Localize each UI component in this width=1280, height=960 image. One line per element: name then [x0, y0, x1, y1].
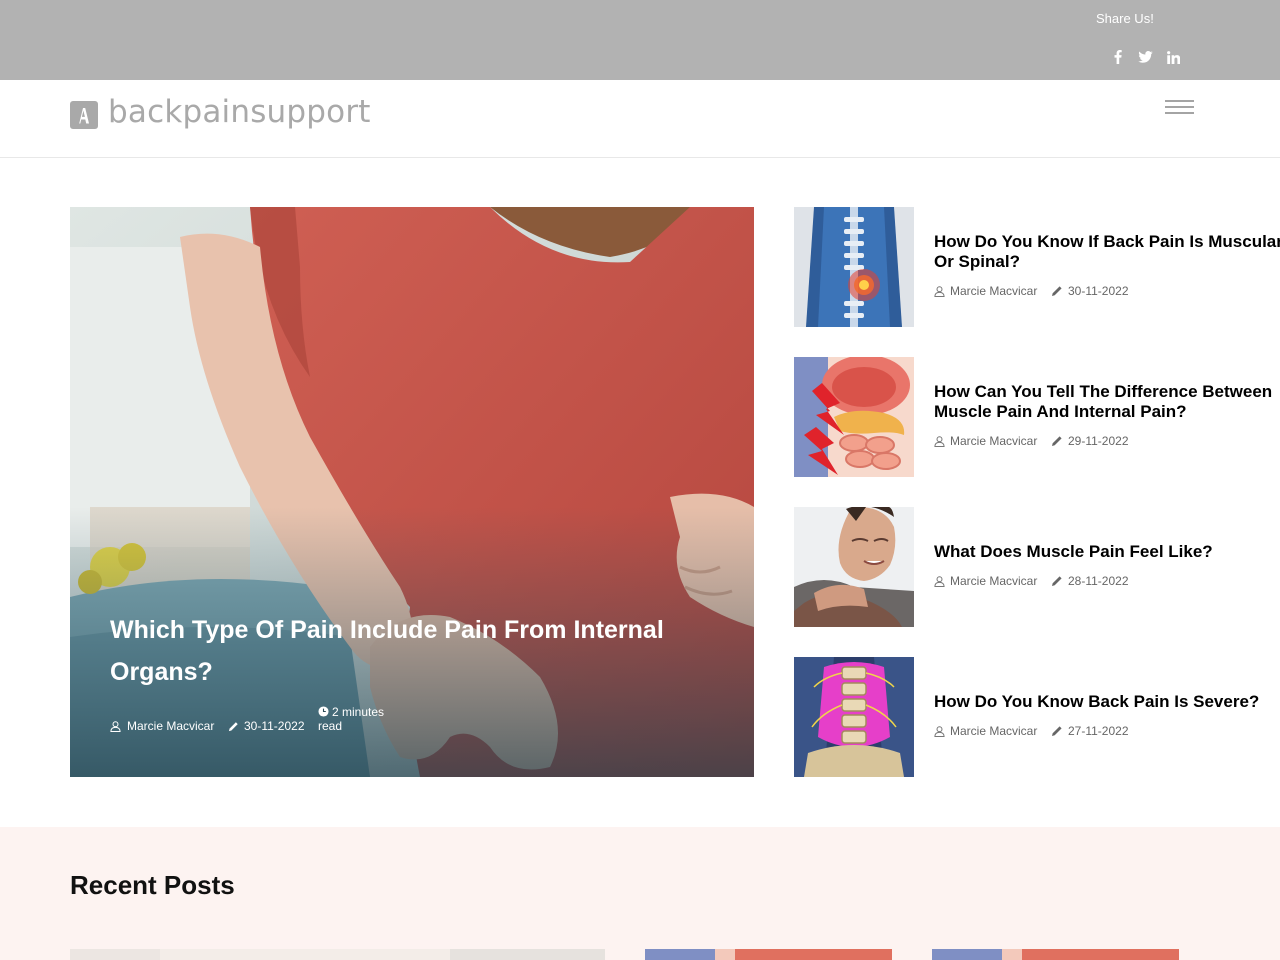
post-date: 30-11-2022: [244, 719, 305, 733]
author-name[interactable]: Marcie Macvicar: [950, 724, 1037, 738]
author-name[interactable]: Marcie Macvicar: [950, 574, 1037, 588]
featured-post-title[interactable]: Which Type Of Pain Include Pain From Int…: [110, 609, 710, 693]
hamburger-menu-icon[interactable]: [1164, 100, 1196, 120]
side-post[interactable]: How Do You Know If Back Pain Is Muscular…: [794, 207, 1280, 327]
read-time-meta: 2 minutes read: [318, 705, 398, 733]
share-bar: Share Us!: [0, 0, 1280, 80]
linkedin-icon[interactable]: [1165, 49, 1181, 65]
user-icon: [934, 725, 945, 737]
side-post-thumbnail[interactable]: [794, 657, 914, 777]
post-date: 27-11-2022: [1068, 724, 1129, 738]
pencil-icon: [1052, 436, 1062, 446]
post-date: 29-11-2022: [1068, 434, 1129, 448]
pencil-icon: [228, 721, 238, 731]
side-post-title[interactable]: What Does Muscle Pain Feel Like?: [934, 542, 1280, 562]
share-label: Share Us!: [1096, 11, 1154, 26]
recent-post-thumbnail[interactable]: [932, 948, 1179, 960]
side-post[interactable]: How Can You Tell The Difference Between …: [794, 357, 1280, 477]
date-meta: 27-11-2022: [1051, 724, 1129, 738]
site-header: backpainsupport: [0, 80, 1280, 158]
site-logo-text[interactable]: backpainsupport: [108, 94, 371, 130]
author-meta: Marcie Macvicar: [934, 284, 1037, 298]
date-meta: 28-11-2022: [1051, 574, 1129, 588]
side-post[interactable]: What Does Muscle Pain Feel Like? Marcie …: [794, 507, 1280, 627]
side-post-thumbnail[interactable]: [794, 507, 914, 627]
post-date: 28-11-2022: [1068, 574, 1129, 588]
user-icon: [934, 575, 945, 587]
recent-post-thumbnail[interactable]: [70, 948, 605, 960]
logo-mark[interactable]: [70, 101, 98, 129]
user-icon: [934, 435, 945, 447]
date-meta: 30-11-2022: [228, 719, 305, 733]
side-post-title[interactable]: How Do You Know Back Pain Is Severe?: [934, 692, 1280, 712]
date-meta: 29-11-2022: [1051, 434, 1129, 448]
post-date: 30-11-2022: [1068, 284, 1129, 298]
side-post-title[interactable]: How Can You Tell The Difference Between …: [934, 382, 1280, 422]
author-name[interactable]: Marcie Macvicar: [950, 284, 1037, 298]
author-meta: Marcie Macvicar: [110, 719, 214, 733]
author-meta: Marcie Macvicar: [934, 724, 1037, 738]
recent-posts-section: Recent Posts: [0, 827, 1280, 960]
author-meta: Marcie Macvicar: [934, 574, 1037, 588]
side-post-title[interactable]: How Do You Know If Back Pain Is Muscular…: [934, 232, 1280, 272]
author-name[interactable]: Marcie Macvicar: [127, 719, 214, 733]
recent-posts-heading: Recent Posts: [70, 870, 235, 900]
date-meta: 30-11-2022: [1051, 284, 1129, 298]
facebook-icon[interactable]: [1110, 49, 1126, 65]
pencil-icon: [1052, 576, 1062, 586]
user-icon: [934, 285, 945, 297]
recent-post-thumbnail[interactable]: [645, 948, 892, 960]
side-post[interactable]: How Do You Know Back Pain Is Severe? Mar…: [794, 657, 1280, 777]
pencil-icon: [1052, 726, 1062, 736]
twitter-icon[interactable]: [1137, 49, 1153, 65]
side-post-thumbnail[interactable]: [794, 357, 914, 477]
pencil-icon: [1052, 286, 1062, 296]
side-post-thumbnail[interactable]: [794, 207, 914, 327]
user-icon: [110, 720, 121, 732]
featured-post[interactable]: Which Type Of Pain Include Pain From Int…: [70, 207, 754, 777]
author-name[interactable]: Marcie Macvicar: [950, 434, 1037, 448]
clock-icon: [318, 706, 329, 717]
author-meta: Marcie Macvicar: [934, 434, 1037, 448]
